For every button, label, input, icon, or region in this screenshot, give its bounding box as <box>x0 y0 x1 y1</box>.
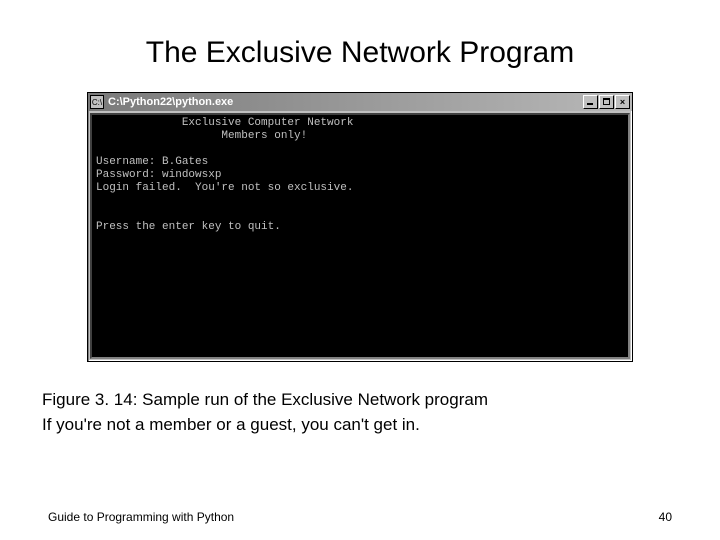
slide: The Exclusive Network Program C:\ C:\Pyt… <box>0 0 720 540</box>
console-window: C:\ C:\Python22\python.exe × Exclusive C… <box>87 92 633 362</box>
slide-footer: Guide to Programming with Python 40 <box>48 510 672 524</box>
figure-label: Figure 3. 14: Sample run of the Exclusiv… <box>42 390 488 409</box>
console-output: Exclusive Computer Network Members only!… <box>90 113 630 359</box>
window-controls: × <box>583 95 630 109</box>
page-number: 40 <box>659 510 672 524</box>
footer-text: Guide to Programming with Python <box>48 510 234 524</box>
app-icon: C:\ <box>90 95 104 109</box>
window-titlebar[interactable]: C:\ C:\Python22\python.exe × <box>88 93 632 111</box>
window-title: C:\Python22\python.exe <box>108 96 583 108</box>
close-button[interactable]: × <box>615 95 630 109</box>
minimize-button[interactable] <box>583 95 598 109</box>
figure-description: If you're not a member or a guest, you c… <box>42 413 672 438</box>
maximize-button[interactable] <box>599 95 614 109</box>
figure-caption: Figure 3. 14: Sample run of the Exclusiv… <box>42 388 672 437</box>
slide-title: The Exclusive Network Program <box>48 36 672 70</box>
